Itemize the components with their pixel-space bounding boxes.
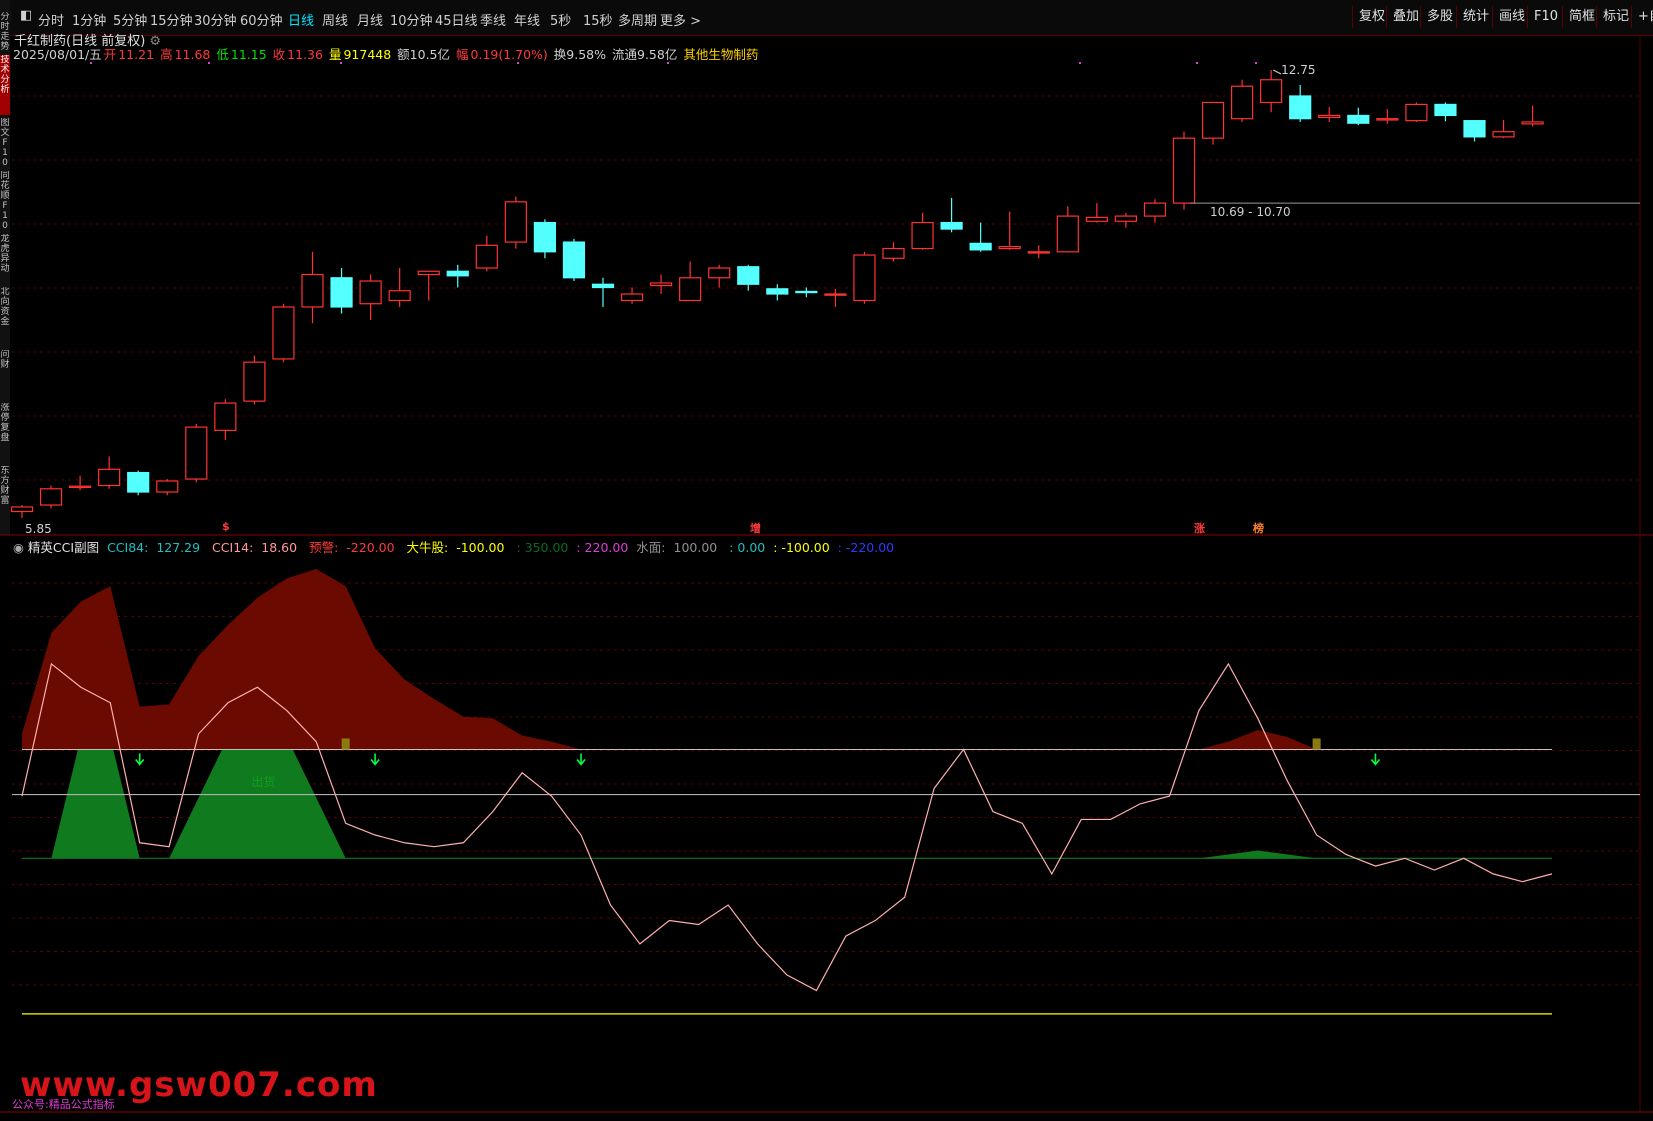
candle-body[interactable] bbox=[359, 280, 382, 305]
marker-dot bbox=[517, 62, 519, 64]
marker-dot bbox=[208, 62, 210, 64]
marker-dot bbox=[1255, 62, 1257, 64]
candle-body[interactable] bbox=[853, 254, 876, 302]
candle-body[interactable] bbox=[1143, 202, 1167, 217]
sell-signal-area bbox=[169, 749, 346, 859]
candle-body[interactable] bbox=[824, 293, 847, 296]
candle-body[interactable] bbox=[10, 506, 34, 513]
candle-body[interactable] bbox=[766, 288, 789, 295]
candle-body[interactable] bbox=[475, 244, 498, 269]
min-price-label: 5.85 bbox=[25, 522, 52, 536]
buy-arrow-icon bbox=[1370, 753, 1381, 766]
candle-body[interactable] bbox=[1260, 79, 1283, 104]
candle-body[interactable] bbox=[1376, 118, 1399, 121]
candle-body[interactable] bbox=[214, 402, 237, 431]
signal-square bbox=[341, 738, 350, 750]
marker-dot bbox=[340, 62, 342, 64]
candle-body[interactable] bbox=[1172, 137, 1196, 204]
buy-arrow-icon bbox=[370, 753, 380, 766]
candle-body[interactable] bbox=[1027, 251, 1050, 254]
candle-body[interactable] bbox=[98, 468, 121, 487]
sell-signal-area bbox=[1198, 850, 1317, 859]
candle-body[interactable] bbox=[591, 283, 615, 289]
candle-body[interactable] bbox=[388, 290, 411, 302]
candle-body[interactable] bbox=[737, 266, 760, 285]
candle-body[interactable] bbox=[1347, 114, 1370, 124]
candle-body[interactable] bbox=[301, 273, 324, 308]
candle-body[interactable] bbox=[185, 426, 208, 480]
candle-body[interactable] bbox=[272, 306, 295, 360]
candle-body[interactable] bbox=[1463, 120, 1486, 138]
candle-body[interactable] bbox=[1201, 101, 1225, 139]
marker-dot bbox=[90, 62, 92, 64]
candle-body[interactable] bbox=[708, 267, 731, 279]
candle-body[interactable] bbox=[39, 488, 63, 506]
candle-body[interactable] bbox=[679, 277, 702, 302]
candle-body[interactable] bbox=[911, 221, 934, 250]
marker-dot bbox=[1196, 62, 1198, 64]
candle-body[interactable] bbox=[1405, 103, 1428, 122]
candle-body[interactable] bbox=[795, 290, 818, 294]
candle-body[interactable] bbox=[156, 480, 179, 493]
cci84-area bbox=[22, 569, 1552, 750]
buy-arrow-icon bbox=[135, 753, 145, 766]
candle-body[interactable] bbox=[417, 270, 440, 276]
signal-square bbox=[1312, 738, 1321, 750]
candle-body[interactable] bbox=[1056, 215, 1079, 253]
candle-body[interactable] bbox=[649, 282, 673, 287]
candle-body[interactable] bbox=[504, 201, 527, 243]
candle-body[interactable] bbox=[533, 221, 557, 253]
event-marker[interactable]: 榜 bbox=[1253, 520, 1264, 536]
candle-body[interactable] bbox=[1521, 121, 1544, 125]
candle-body[interactable] bbox=[998, 246, 1021, 250]
marker-dot bbox=[667, 62, 669, 64]
candle-body[interactable] bbox=[1230, 85, 1254, 120]
chart-canvas[interactable] bbox=[0, 0, 1653, 1121]
event-marker[interactable]: 增 bbox=[750, 520, 761, 536]
candle-body[interactable] bbox=[1085, 216, 1108, 222]
sell-signal-area bbox=[51, 749, 140, 859]
max-pointer bbox=[1272, 69, 1282, 75]
buy-arrow-icon bbox=[576, 753, 586, 766]
candle-body[interactable] bbox=[68, 485, 92, 489]
marker-dot bbox=[1079, 62, 1081, 64]
candle-body[interactable] bbox=[330, 277, 353, 308]
candle-body[interactable] bbox=[446, 270, 469, 277]
candle-body[interactable] bbox=[1114, 215, 1138, 222]
event-marker[interactable]: 涨 bbox=[1194, 520, 1205, 536]
candle-body[interactable] bbox=[969, 242, 992, 251]
candle-body[interactable] bbox=[940, 221, 963, 230]
sell-signal-label: 出货 bbox=[251, 774, 276, 789]
candle-body[interactable] bbox=[620, 293, 644, 302]
candle-body[interactable] bbox=[882, 247, 905, 259]
candle-body[interactable] bbox=[1434, 103, 1457, 117]
candle-body[interactable] bbox=[243, 361, 266, 402]
watermark-sub: 公众号:精品公式指标 bbox=[12, 1098, 115, 1111]
candle-body[interactable] bbox=[1492, 131, 1515, 138]
candle-body[interactable] bbox=[1318, 114, 1341, 118]
event-marker[interactable]: $ bbox=[222, 520, 230, 533]
crosshair-range-label: 10.69 - 10.70 bbox=[1210, 205, 1291, 220]
candle-body[interactable] bbox=[562, 241, 586, 279]
max-price-label: 12.75 bbox=[1281, 63, 1316, 77]
candle-body[interactable] bbox=[127, 471, 150, 493]
candle-body[interactable] bbox=[1289, 95, 1312, 120]
